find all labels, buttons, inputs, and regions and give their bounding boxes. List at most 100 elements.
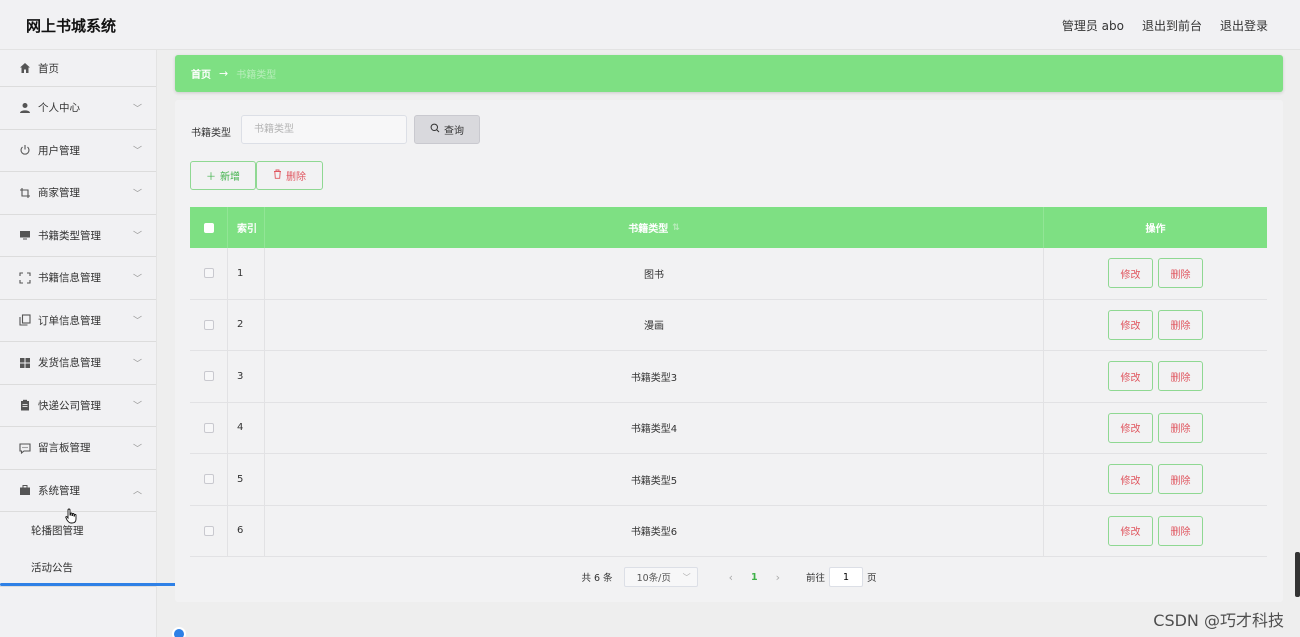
row-type: 书籍类型6 [265, 505, 1044, 556]
submenu-item-announcement[interactable]: 活动公告 [0, 549, 156, 586]
chevron-down-icon: ﹀ [132, 104, 142, 115]
search-button[interactable]: 查询 [414, 115, 480, 144]
sort-icon[interactable]: ⇅ [672, 223, 680, 233]
sidebar-item-label: 留言板管理 [38, 442, 91, 455]
exit-to-front-link[interactable]: 退出到前台 [1142, 17, 1202, 34]
sidebar-item-book-type-management[interactable]: 书籍类型管理 ﹀ [0, 215, 156, 257]
page-scrollbar[interactable] [1295, 552, 1300, 597]
row-checkbox[interactable] [203, 525, 214, 536]
sidebar-item-label: 书籍信息管理 [38, 272, 101, 285]
goto-prefix: 前往 [806, 573, 826, 584]
row-checkbox[interactable] [203, 371, 214, 382]
row-checkbox[interactable] [203, 474, 214, 485]
grid-icon [18, 356, 32, 370]
select-all-checkbox[interactable] [203, 222, 214, 233]
header-select-all-cell [190, 207, 228, 248]
chevron-down-icon: ﹀ [132, 189, 142, 200]
user-icon [18, 101, 32, 115]
monitor-icon [18, 228, 32, 242]
page-size-select[interactable]: 10条/页 ﹀ [623, 567, 698, 587]
sidebar-item-courier-company-management[interactable]: 快递公司管理 ﹀ [0, 385, 156, 427]
scroll-handle[interactable] [172, 627, 186, 637]
sidebar-item-label: 商家管理 [38, 187, 80, 200]
sidebar-item-book-info-management[interactable]: 书籍信息管理 ﹀ [0, 257, 156, 300]
sidebar-item-label: 订单信息管理 [38, 314, 101, 327]
search-button-label: 查询 [444, 126, 464, 137]
search-icon [430, 123, 440, 136]
bulk-delete-button[interactable]: 删除 [256, 161, 323, 190]
chevron-down-icon: ﹀ [132, 401, 142, 412]
table-row: 1 图书 修改 删除 [190, 248, 1267, 300]
delete-button[interactable]: 删除 [1158, 464, 1203, 495]
sidebar-item-label: 用户管理 [38, 144, 80, 157]
chevron-down-icon: ﹀ [682, 572, 691, 582]
home-icon [18, 61, 32, 75]
header-type-cell[interactable]: 书籍类型 ⇅ [265, 207, 1044, 248]
delete-button-label: 删除 [286, 172, 306, 183]
sidebar-item-order-info-management[interactable]: 订单信息管理 ﹀ [0, 300, 156, 342]
logout-link[interactable]: 退出登录 [1220, 17, 1268, 34]
add-button[interactable]: ＋ 新增 [190, 161, 256, 190]
sidebar-item-shipping-info-management[interactable]: 发货信息管理 ﹀ [0, 342, 156, 385]
row-checkbox[interactable] [203, 268, 214, 279]
header-right: 管理员 abo 退出到前台 退出登录 [1062, 17, 1268, 34]
row-type: 书籍类型3 [265, 351, 1044, 402]
breadcrumb: 首页 → 书籍类型 [175, 55, 1283, 92]
next-page-icon[interactable]: › [776, 571, 780, 584]
delete-button[interactable]: 删除 [1158, 412, 1203, 443]
delete-button[interactable]: 删除 [1158, 361, 1203, 392]
app-title: 网上书城系统 [26, 17, 117, 35]
sidebar-item-label: 快递公司管理 [38, 399, 101, 412]
add-button-label: 新增 [220, 172, 240, 183]
sidebar-item-home[interactable]: 首页 [0, 50, 156, 87]
edit-button[interactable]: 修改 [1108, 412, 1153, 443]
breadcrumb-home[interactable]: 首页 [191, 66, 211, 81]
sidebar-scroll-indicator [0, 583, 178, 586]
fullscreen-icon [18, 271, 32, 285]
edit-button[interactable]: 修改 [1108, 309, 1153, 340]
crop-icon [18, 186, 32, 200]
plus-icon: ＋ [206, 172, 216, 183]
row-type: 书籍类型5 [265, 454, 1044, 505]
chevron-down-icon: ﹀ [132, 231, 142, 242]
edit-button[interactable]: 修改 [1108, 258, 1153, 289]
goto-page-input[interactable] [829, 567, 864, 587]
delete-button[interactable]: 删除 [1158, 515, 1203, 546]
watermark: CSDN @巧才科技 [1153, 611, 1284, 630]
chevron-down-icon: ﹀ [132, 444, 142, 455]
chevron-down-icon: ﹀ [132, 146, 142, 157]
row-checkbox[interactable] [203, 422, 214, 433]
message-icon [18, 441, 32, 455]
edit-button[interactable]: 修改 [1108, 515, 1153, 546]
chevron-down-icon: ﹀ [132, 359, 142, 370]
sidebar-item-label: 发货信息管理 [38, 357, 101, 370]
prev-page-icon[interactable]: ‹ [729, 571, 733, 584]
sidebar-item-system-management[interactable]: 系统管理 ︿ [0, 470, 156, 512]
sidebar-item-message-board-management[interactable]: 留言板管理 ﹀ [0, 427, 156, 470]
submenu-item-carousel[interactable]: 轮播图管理 [0, 512, 156, 549]
sidebar-item-user-management[interactable]: 用户管理 ﹀ [0, 130, 156, 172]
book-type-table: 索引 书籍类型 ⇅ 操作 1 图书 修改 删除 2 漫画 修改 删除 3 书籍类… [190, 207, 1267, 557]
table-row: 2 漫画 修改 删除 [190, 299, 1267, 351]
admin-label: 管理员 abo [1061, 19, 1124, 33]
search-input[interactable] [241, 115, 407, 144]
row-index: 4 [228, 402, 265, 453]
row-index: 2 [228, 299, 265, 350]
row-checkbox[interactable] [203, 319, 214, 330]
edit-button[interactable]: 修改 [1108, 464, 1153, 495]
header-type: 书籍类型 [628, 224, 669, 235]
row-type: 书籍类型4 [265, 402, 1044, 453]
delete-button[interactable]: 删除 [1158, 258, 1203, 289]
search-label: 书籍类型 [191, 128, 231, 139]
page-number[interactable]: 1 [751, 572, 758, 583]
sidebar: 首页 个人中心 ﹀ 用户管理 ﹀ 商家管理 ﹀ 书籍类型管理 ﹀ 书籍信息管理 … [0, 50, 157, 637]
table-header: 索引 书籍类型 ⇅ 操作 [190, 207, 1267, 248]
sidebar-item-personal-center[interactable]: 个人中心 ﹀ [0, 87, 156, 130]
sidebar-item-merchant-management[interactable]: 商家管理 ﹀ [0, 172, 156, 215]
table-row: 4 书籍类型4 修改 删除 [190, 402, 1267, 454]
goto-suffix: 页 [867, 573, 877, 584]
breadcrumb-current: 书籍类型 [236, 70, 277, 81]
power-icon [18, 143, 32, 157]
edit-button[interactable]: 修改 [1108, 361, 1153, 392]
delete-button[interactable]: 删除 [1158, 309, 1203, 340]
